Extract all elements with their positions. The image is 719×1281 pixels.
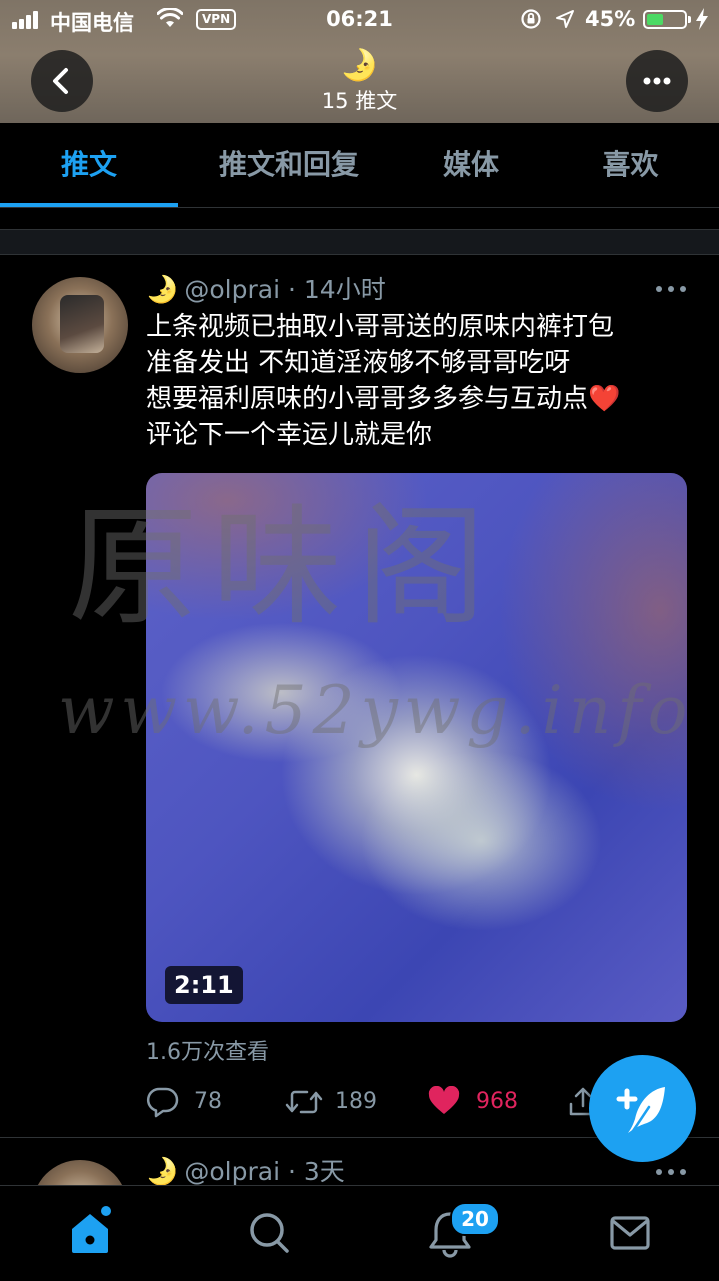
status-bar: 中国电信 VPN 06:21 45% xyxy=(0,0,719,40)
tweet-more-icon[interactable] xyxy=(653,276,689,300)
tweet-header: 🌛 @olprai · 14小时 xyxy=(146,271,386,309)
meta-separator: · xyxy=(287,275,296,304)
nav-messages[interactable] xyxy=(570,1186,690,1281)
retweet-count: 189 xyxy=(335,1089,377,1114)
heart-emoji: ❤️ xyxy=(588,384,621,414)
tweet-handle[interactable]: @olprai xyxy=(184,275,280,304)
charging-bolt-icon xyxy=(696,8,708,30)
compose-tweet-button[interactable] xyxy=(589,1055,696,1162)
active-tab-indicator xyxy=(0,203,178,207)
avatar[interactable] xyxy=(32,277,128,373)
retweet-button[interactable]: 189 xyxy=(285,1082,395,1122)
profile-tabs: 推文 推文和回复 媒体 喜欢 xyxy=(0,123,719,208)
tweet-count: 15 推文 xyxy=(321,89,398,113)
profile-header: 中国电信 VPN 06:21 45% 🌛 15 推文 xyxy=(0,0,719,123)
watermark-url: www.52ywg.info xyxy=(58,672,694,749)
tweet-time[interactable]: 3天 xyxy=(304,1157,345,1186)
home-icon xyxy=(72,1204,113,1253)
tab-likes[interactable]: 喜欢 xyxy=(542,123,719,207)
reply-icon xyxy=(146,1087,179,1118)
heart-filled-icon xyxy=(428,1086,460,1114)
view-count: 1.6万次查看 xyxy=(146,1040,269,1065)
messages-icon xyxy=(610,1216,650,1250)
more-horizontal-icon xyxy=(643,77,671,85)
tweet-text-line: 上条视频已抽取小哥哥送的原味内裤打包 xyxy=(146,312,615,342)
meta-separator: · xyxy=(287,1157,296,1186)
battery-icon xyxy=(643,10,691,29)
tab-tweets-and-replies[interactable]: 推文和回复 xyxy=(178,123,400,207)
battery-percent: 45% xyxy=(585,7,636,31)
like-button[interactable]: 968 xyxy=(428,1082,538,1122)
display-name-emoji[interactable]: 🌛 xyxy=(146,1157,178,1187)
profile-name-emoji: 🌛 xyxy=(340,48,379,83)
tab-tweets[interactable]: 推文 xyxy=(0,123,178,207)
tweet-text-line-content: 想要福利原味的小哥哥多多参与互动点 xyxy=(146,384,589,414)
orientation-lock-icon xyxy=(521,9,541,29)
more-options-button[interactable] xyxy=(626,50,688,112)
nav-search[interactable] xyxy=(210,1186,330,1281)
video-duration: 2:11 xyxy=(165,966,243,1004)
tab-media[interactable]: 媒体 xyxy=(400,123,542,207)
tweet-text: 上条视频已抽取小哥哥送的原味内裤打包 准备发出 不知道淫液够不够哥哥吃呀 想要福… xyxy=(146,309,706,453)
tweet-text-line: 准备发出 不知道淫液够不够哥哥吃呀 xyxy=(146,348,571,378)
tweet-more-icon[interactable] xyxy=(653,1160,689,1184)
retweet-icon xyxy=(285,1090,323,1114)
section-separator xyxy=(0,229,719,255)
compose-feather-icon xyxy=(616,1087,665,1133)
reply-count: 78 xyxy=(194,1089,222,1114)
tweet-text-line: 想要福利原味的小哥哥多多参与互动点❤️ xyxy=(146,381,706,417)
notification-badge: 20 xyxy=(450,1202,500,1236)
search-icon xyxy=(250,1213,289,1253)
tweet-handle[interactable]: @olprai xyxy=(184,1157,280,1186)
tweet-time[interactable]: 14小时 xyxy=(304,275,386,304)
tweet-text-line: 评论下一个幸运儿就是你 xyxy=(146,420,433,450)
reply-button[interactable]: 78 xyxy=(146,1082,236,1122)
bottom-navigation xyxy=(0,1185,719,1281)
watermark-title: 原味阁 xyxy=(68,491,501,643)
like-count: 968 xyxy=(476,1089,518,1114)
nav-home[interactable] xyxy=(30,1186,150,1281)
display-name-emoji[interactable]: 🌛 xyxy=(146,275,178,305)
location-arrow-icon xyxy=(556,10,574,28)
